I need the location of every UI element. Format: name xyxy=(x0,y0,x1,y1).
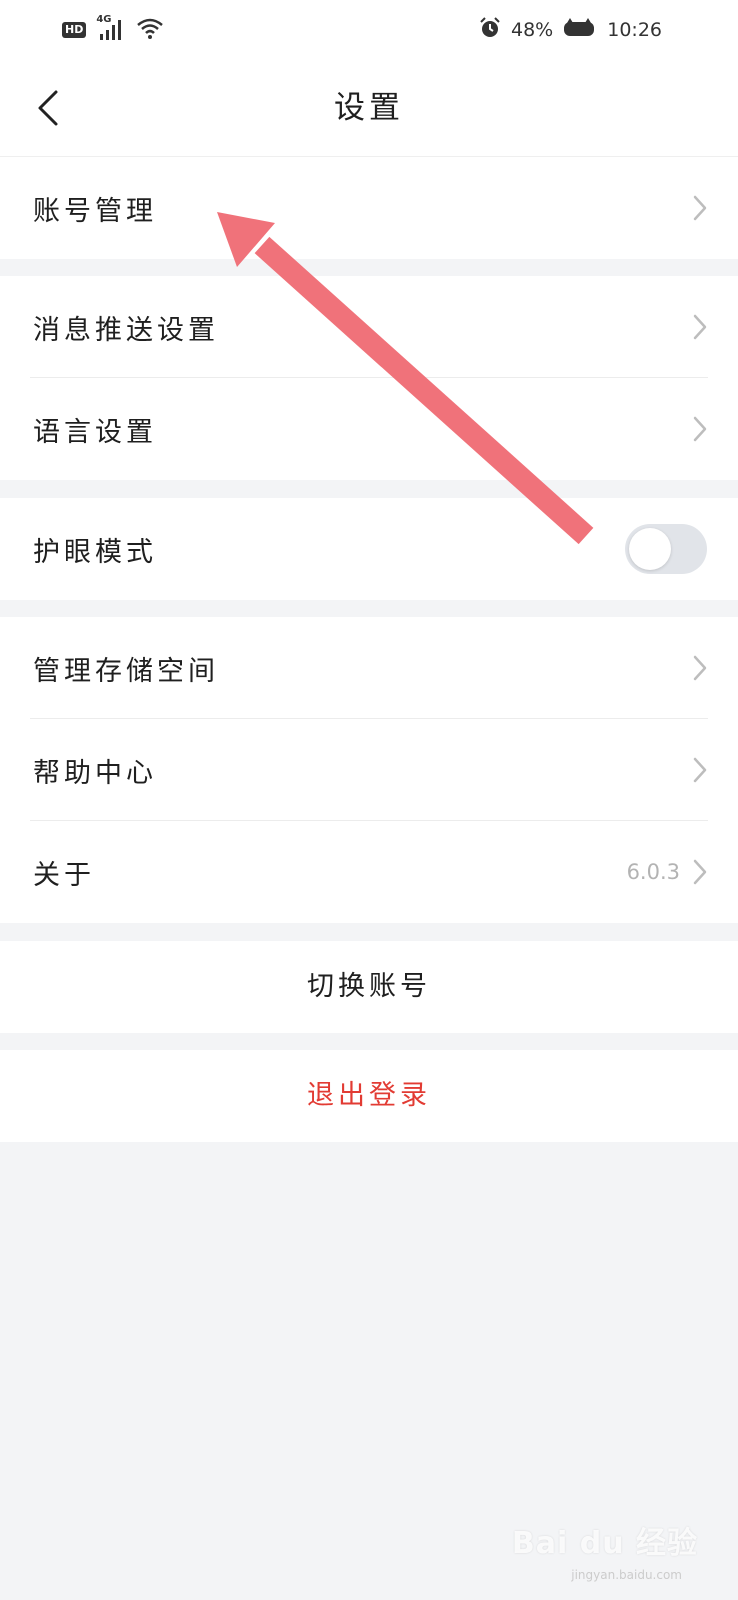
signal-icon: 4G xyxy=(96,14,126,42)
account-management-item[interactable]: 账号管理 xyxy=(0,157,738,259)
chevron-right-icon xyxy=(693,655,707,681)
watermark-url: jingyan.baidu.com xyxy=(571,1568,682,1582)
storage-management-label: 管理存储空间 xyxy=(33,655,219,687)
group-misc: 管理存储空间 帮助中心 关于 6.0.3 xyxy=(0,617,738,923)
status-bar: HD 4G 48% 10:26 xyxy=(0,0,738,60)
help-center-label: 帮助中心 xyxy=(33,757,157,789)
push-settings-label: 消息推送设置 xyxy=(33,314,219,346)
push-settings-item[interactable]: 消息推送设置 xyxy=(0,276,738,378)
language-settings-label: 语言设置 xyxy=(33,416,157,448)
language-settings-item[interactable]: 语言设置 xyxy=(0,378,738,480)
group-eye-protection: 护眼模式 xyxy=(0,498,738,600)
chevron-right-icon xyxy=(693,757,707,783)
version-label: 6.0.3 xyxy=(626,860,680,884)
clock: 10:26 xyxy=(607,19,662,41)
hd-badge: HD xyxy=(62,22,87,38)
chevron-right-icon xyxy=(693,859,707,885)
page-title: 设置 xyxy=(334,90,404,126)
eye-protection-item: 护眼模式 xyxy=(0,498,738,600)
help-center-item[interactable]: 帮助中心 xyxy=(0,719,738,821)
storage-management-item[interactable]: 管理存储空间 xyxy=(0,617,738,719)
about-label: 关于 xyxy=(33,859,95,891)
wifi-icon xyxy=(136,16,164,44)
status-bar-right: 48% 10:26 xyxy=(479,14,662,46)
chevron-right-icon xyxy=(693,195,707,221)
group-general: 消息推送设置 语言设置 xyxy=(0,276,738,480)
alarm-icon xyxy=(479,16,501,44)
battery-percent: 48% xyxy=(511,19,554,41)
eye-protection-toggle[interactable] xyxy=(625,524,707,574)
about-item[interactable]: 关于 6.0.3 xyxy=(0,821,738,923)
account-management-label: 账号管理 xyxy=(33,195,157,227)
battery-icon xyxy=(563,17,597,44)
toggle-knob xyxy=(629,528,671,570)
logout-button[interactable]: 退出登录 xyxy=(0,1050,738,1142)
page-header: 设置 xyxy=(0,60,738,157)
status-bar-left: HD 4G xyxy=(62,14,164,46)
eye-protection-label: 护眼模式 xyxy=(33,536,157,568)
chevron-right-icon xyxy=(693,416,707,442)
switch-account-button[interactable]: 切换账号 xyxy=(0,941,738,1033)
group-account: 账号管理 xyxy=(0,157,738,259)
chevron-right-icon xyxy=(693,314,707,340)
baidu-jingyan-watermark: Bai du 经验 xyxy=(511,1526,698,1561)
